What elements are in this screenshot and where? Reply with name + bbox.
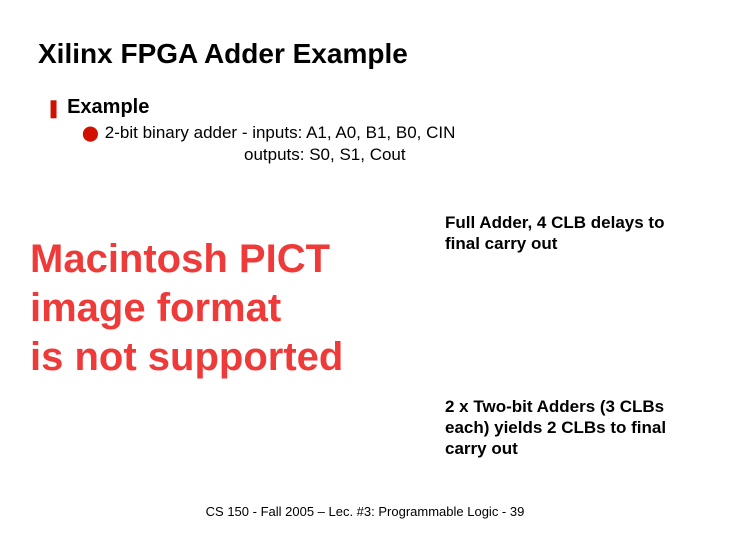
placeholder-line-3: is not supported bbox=[30, 333, 420, 382]
bullet-text-l2: 2-bit binary adder - inputs: A1, A0, B1,… bbox=[105, 122, 456, 144]
pict-placeholder: Macintosh PICT image format is not suppo… bbox=[30, 235, 420, 382]
slide-footer: CS 150 - Fall 2005 – Lec. #3: Programmab… bbox=[0, 504, 730, 519]
bullet-marker-l2: ⬤ bbox=[82, 123, 99, 145]
page-title: Xilinx FPGA Adder Example bbox=[38, 38, 408, 70]
bullet-level-2: ⬤ 2-bit binary adder - inputs: A1, A0, B… bbox=[82, 122, 455, 144]
slide: Xilinx FPGA Adder Example ❚ Example ⬤ 2-… bbox=[0, 0, 730, 547]
bullet-text-l1: Example bbox=[67, 95, 149, 119]
annotation-full-adder: Full Adder, 4 CLB delays to final carry … bbox=[445, 212, 695, 254]
bullet-level-1: ❚ Example bbox=[46, 95, 149, 119]
bullet-outputs-line: outputs: S0, S1, Cout bbox=[244, 144, 406, 166]
bullet-marker-l1: ❚ bbox=[46, 96, 61, 120]
annotation-two-bit-adders: 2 x Two-bit Adders (3 CLBs each) yields … bbox=[445, 396, 695, 459]
placeholder-line-1: Macintosh PICT bbox=[30, 235, 420, 284]
placeholder-line-2: image format bbox=[30, 284, 420, 333]
